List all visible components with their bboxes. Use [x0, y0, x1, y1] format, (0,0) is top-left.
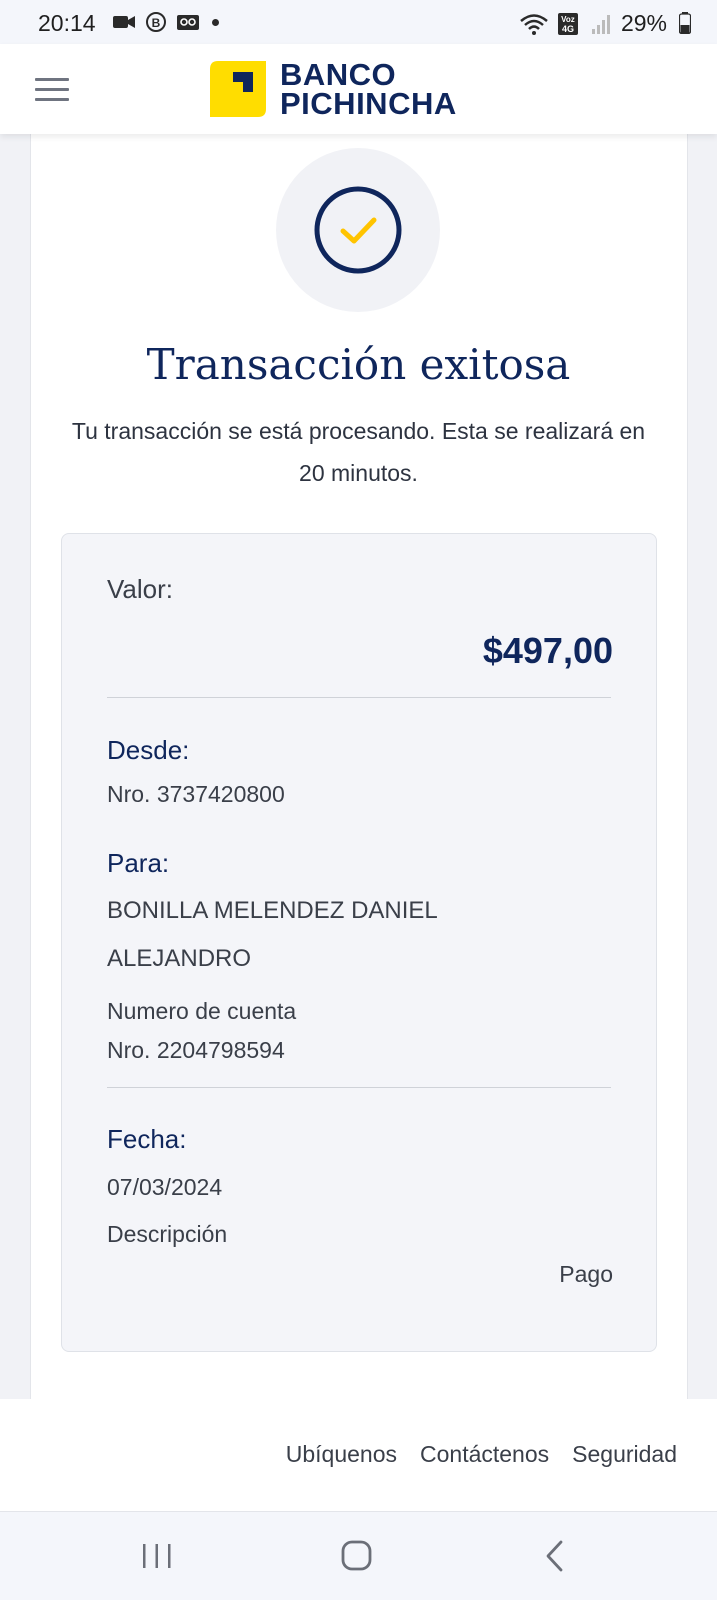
descripcion-label: Descripción — [107, 1221, 228, 1247]
footer-link-ubiquenos[interactable]: Ubíquenos — [286, 1441, 397, 1468]
b-circle-icon: B — [146, 12, 166, 32]
recipient-name: BONILLA MELENDEZ DANIEL ALEJANDRO — [107, 897, 437, 972]
valor-label: Valor: — [107, 574, 173, 604]
footer-links: Ubíquenos Contáctenos Seguridad — [286, 1441, 677, 1468]
svg-text:B: B — [152, 16, 161, 30]
recipient-account: Nro. 2204798594 — [107, 1037, 285, 1063]
volte-4g-icon: Voz 4G — [557, 12, 578, 35]
transaction-date: 07/03/2024 — [107, 1174, 223, 1200]
recipient-account-label: Numero de cuenta — [107, 998, 297, 1024]
svg-text:Voz: Voz — [561, 15, 575, 24]
battery-icon — [679, 12, 691, 34]
para-label: Para: — [107, 848, 170, 878]
system-nav-bar — [0, 1512, 717, 1600]
logo-mark-icon — [210, 61, 266, 117]
status-icons-left: B — [112, 12, 219, 32]
logo-line-1: BANCO — [280, 57, 397, 92]
bank-logo[interactable]: BANCO PICHINCHA — [210, 57, 457, 121]
fecha-label: Fecha: — [107, 1124, 187, 1154]
back-icon[interactable] — [535, 1536, 579, 1576]
home-icon[interactable] — [335, 1536, 379, 1576]
battery-percent: 29% — [620, 10, 667, 36]
logo-line-2: PICHINCHA — [280, 86, 457, 121]
app-header: BANCO PICHINCHA — [0, 44, 717, 134]
status-bar: 20:14 B Voz 4G 29% — [0, 0, 717, 44]
svg-text:4G: 4G — [562, 24, 574, 34]
result-subtitle: Tu transacción se está procesando. Esta … — [71, 418, 646, 486]
desde-label: Desde: — [107, 735, 190, 765]
voicemail-icon — [177, 15, 199, 30]
status-icons-right: Voz 4G 29% — [519, 10, 667, 37]
footer-link-contactenos[interactable]: Contáctenos — [420, 1441, 549, 1468]
footer-link-seguridad[interactable]: Seguridad — [572, 1441, 677, 1468]
logo-text: BANCO PICHINCHA — [280, 57, 457, 121]
wifi-icon — [520, 13, 548, 35]
check-circle-icon — [314, 186, 402, 274]
divider — [107, 1087, 611, 1088]
video-call-icon — [113, 16, 135, 28]
footer: Ubíquenos Contáctenos Seguridad — [0, 1399, 717, 1512]
status-time: 20:14 — [38, 10, 96, 36]
desde-account: Nro. 3737420800 — [107, 781, 285, 807]
hamburger-menu-icon[interactable] — [35, 78, 69, 102]
page-title: Transacción exitosa — [146, 340, 571, 389]
descripcion-value: Pago — [559, 1261, 613, 1287]
transaction-details-card: Valor: $497,00 Desde: Nro. 3737420800 Pa… — [61, 533, 657, 1352]
recent-apps-icon[interactable] — [135, 1536, 179, 1576]
divider — [107, 697, 611, 698]
signal-icon — [591, 14, 610, 34]
transaction-amount: $497,00 — [482, 630, 613, 671]
notification-dot-icon — [212, 18, 219, 26]
